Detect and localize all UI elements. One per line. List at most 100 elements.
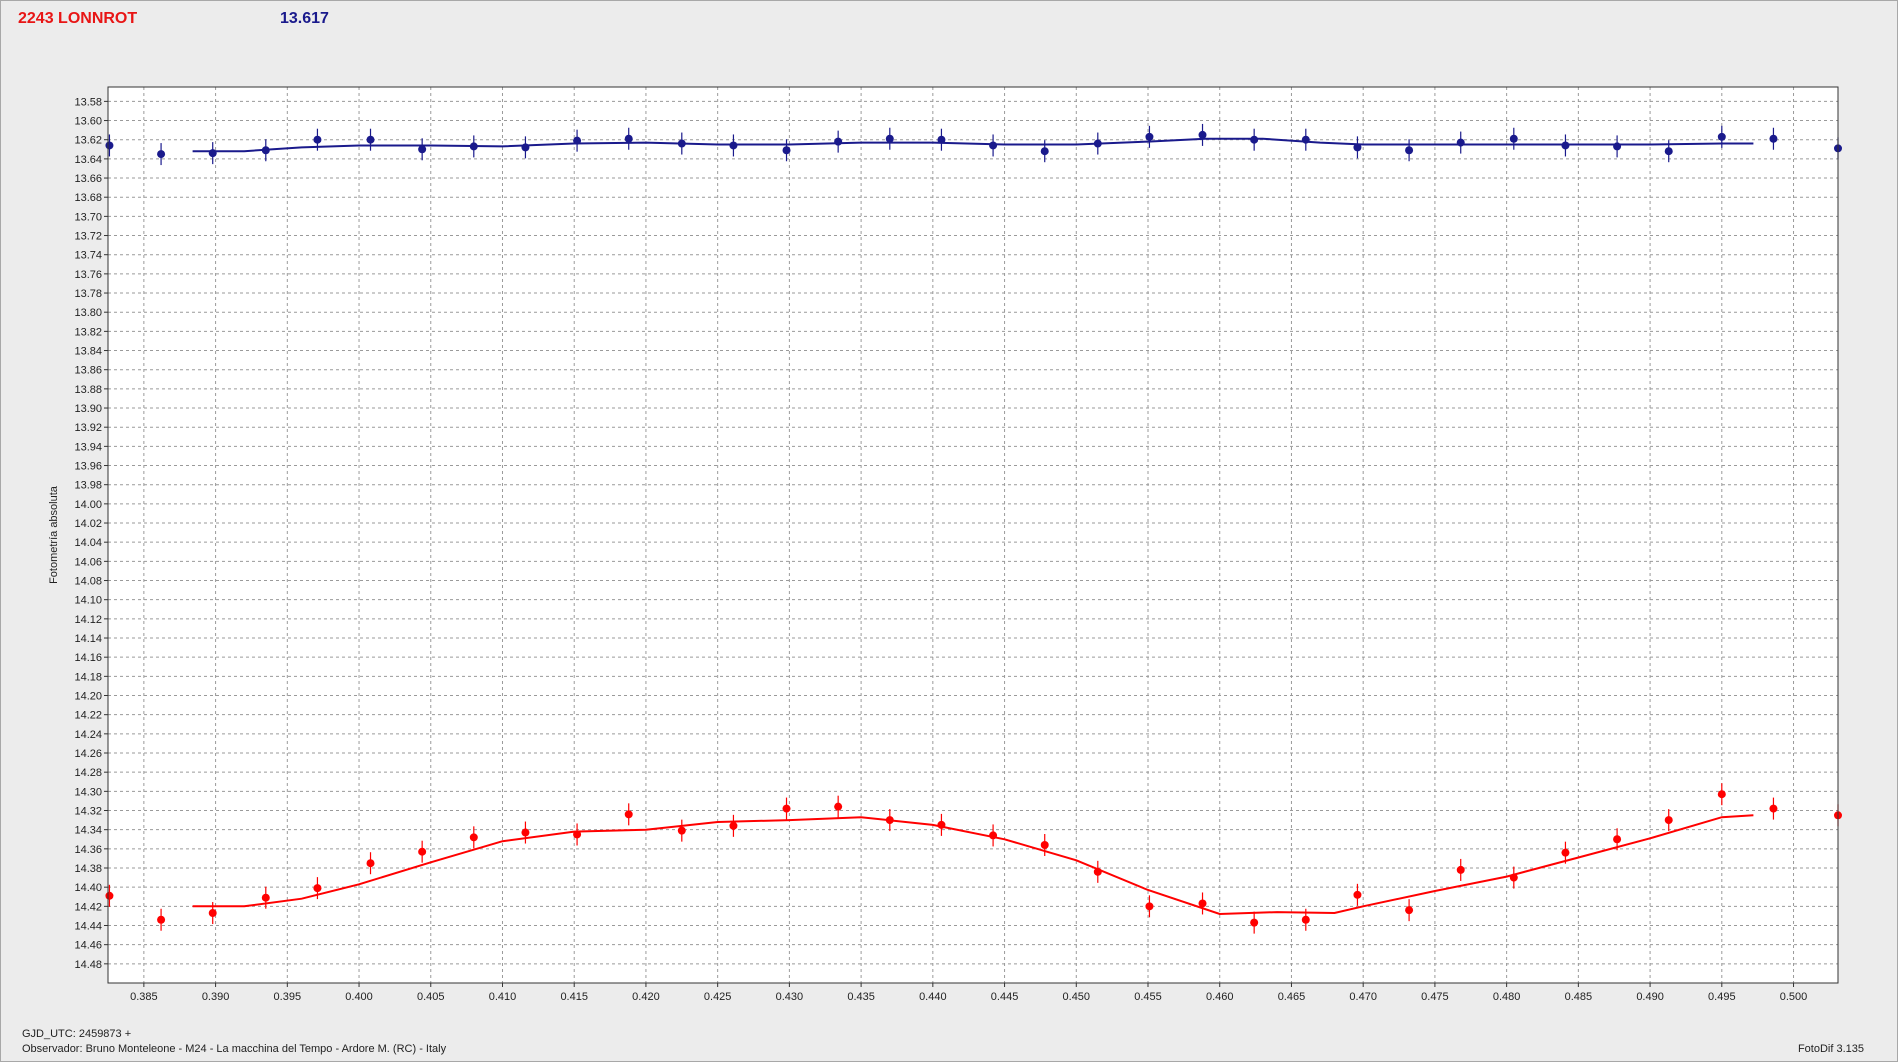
y-tick-label: 14.12 <box>74 614 102 626</box>
data-point <box>1456 865 1465 874</box>
y-tick-label: 13.96 <box>74 461 102 473</box>
data-point <box>885 816 894 825</box>
data-point <box>157 915 166 924</box>
data-point <box>521 828 530 837</box>
data-point <box>261 146 270 155</box>
data-point <box>1509 134 1518 143</box>
x-tick-label: 0.490 <box>1636 991 1664 1003</box>
data-point <box>1353 143 1362 152</box>
data-point <box>677 139 686 148</box>
y-tick-label: 13.98 <box>74 480 102 492</box>
y-tick-label: 13.60 <box>74 116 102 128</box>
y-tick-label: 14.36 <box>74 844 102 856</box>
data-point <box>1769 804 1778 813</box>
y-tick-label: 13.68 <box>74 192 102 204</box>
data-point <box>105 891 114 900</box>
x-tick-label: 0.470 <box>1349 991 1377 1003</box>
x-tick-label: 0.390 <box>202 991 230 1003</box>
y-tick-label: 13.92 <box>74 422 102 434</box>
y-tick-label: 14.00 <box>74 499 102 511</box>
data-point <box>677 826 686 835</box>
data-point <box>937 135 946 144</box>
data-point <box>366 859 375 868</box>
data-point <box>1613 142 1622 151</box>
y-tick-label: 13.66 <box>74 173 102 185</box>
x-tick-label: 0.425 <box>704 991 732 1003</box>
data-point <box>313 884 322 893</box>
software-version: FotoDif 3.135 <box>1797 1043 1864 1055</box>
y-tick-label: 13.70 <box>74 211 102 223</box>
x-tick-label: 0.430 <box>776 991 804 1003</box>
data-point <box>729 821 738 830</box>
y-axis: 13.58 13.60 13.62 13.64 13.66 13.68 13.70 13.72… <box>74 96 108 971</box>
y-tick-label: 14.42 <box>74 901 102 913</box>
y-tick-label: 14.34 <box>74 825 102 837</box>
data-point <box>521 143 530 152</box>
y-tick-label: 13.74 <box>74 250 102 262</box>
x-tick-label: 0.445 <box>991 991 1019 1003</box>
data-point <box>1040 841 1049 850</box>
x-tick-label: 0.475 <box>1421 991 1449 1003</box>
data-point <box>418 145 427 154</box>
y-tick-label: 14.46 <box>74 940 102 952</box>
x-tick-label: 0.485 <box>1565 991 1593 1003</box>
data-point <box>573 136 582 145</box>
data-point <box>1664 816 1673 825</box>
x-tick-label: 0.395 <box>274 991 302 1003</box>
data-point <box>418 847 427 856</box>
data-point <box>1301 915 1310 924</box>
data-point <box>1250 918 1259 927</box>
y-tick-label: 14.04 <box>74 537 102 549</box>
x-tick-label: 0.440 <box>919 991 947 1003</box>
y-tick-label: 13.90 <box>74 403 102 415</box>
data-point <box>989 831 998 840</box>
x-tick-label: 0.495 <box>1708 991 1736 1003</box>
y-tick-label: 13.82 <box>74 326 102 338</box>
x-tick-label: 0.450 <box>1063 991 1091 1003</box>
data-point <box>1664 147 1673 156</box>
y-tick-label: 14.22 <box>74 710 102 722</box>
y-tick-label: 13.78 <box>74 288 102 300</box>
data-point <box>1717 132 1726 141</box>
data-point <box>469 833 478 842</box>
y-tick-label: 14.28 <box>74 767 102 779</box>
x-tick-label: 0.410 <box>489 991 517 1003</box>
y-tick-label: 13.76 <box>74 269 102 281</box>
y-tick-label: 14.40 <box>74 882 102 894</box>
data-point <box>469 142 478 151</box>
y-tick-label: 13.62 <box>74 135 102 147</box>
y-tick-label: 13.58 <box>74 96 102 108</box>
x-tick-label: 0.385 <box>130 991 158 1003</box>
data-point <box>989 141 998 150</box>
data-point <box>573 830 582 839</box>
x-axis: 0.385 0.390 0.395 0.400 0.405 0.410 0.415 0.420… <box>130 983 1807 1003</box>
y-tick-label: 14.16 <box>74 652 102 664</box>
light-curve-chart: 13.58 13.60 13.62 13.64 13.66 13.68 13.70 13.72… <box>48 86 1842 1003</box>
data-point <box>1717 790 1726 799</box>
y-tick-label: 14.20 <box>74 691 102 703</box>
y-tick-label: 14.44 <box>74 921 102 933</box>
x-tick-label: 0.400 <box>345 991 373 1003</box>
data-point <box>1509 873 1518 882</box>
data-point <box>105 141 114 150</box>
data-point <box>1613 835 1622 844</box>
y-tick-label: 13.72 <box>74 231 102 243</box>
observer-label: Observador: Bruno Monteleone - M24 - La … <box>22 1043 447 1055</box>
x-tick-label: 0.415 <box>560 991 588 1003</box>
data-point <box>1405 146 1414 155</box>
y-axis-label: Fotometría absoluta <box>48 485 60 584</box>
x-tick-label: 0.500 <box>1780 991 1808 1003</box>
data-point <box>1198 130 1207 139</box>
data-point <box>1405 906 1414 915</box>
data-point <box>624 134 633 143</box>
y-tick-label: 13.80 <box>74 307 102 319</box>
data-point <box>1040 147 1049 156</box>
y-tick-label: 14.30 <box>74 786 102 798</box>
data-point <box>1093 139 1102 148</box>
data-point <box>1353 890 1362 899</box>
x-tick-label: 0.480 <box>1493 991 1521 1003</box>
x-tick-label: 0.460 <box>1206 991 1234 1003</box>
data-point <box>313 135 322 144</box>
data-point <box>937 820 946 829</box>
data-point <box>1145 132 1154 141</box>
